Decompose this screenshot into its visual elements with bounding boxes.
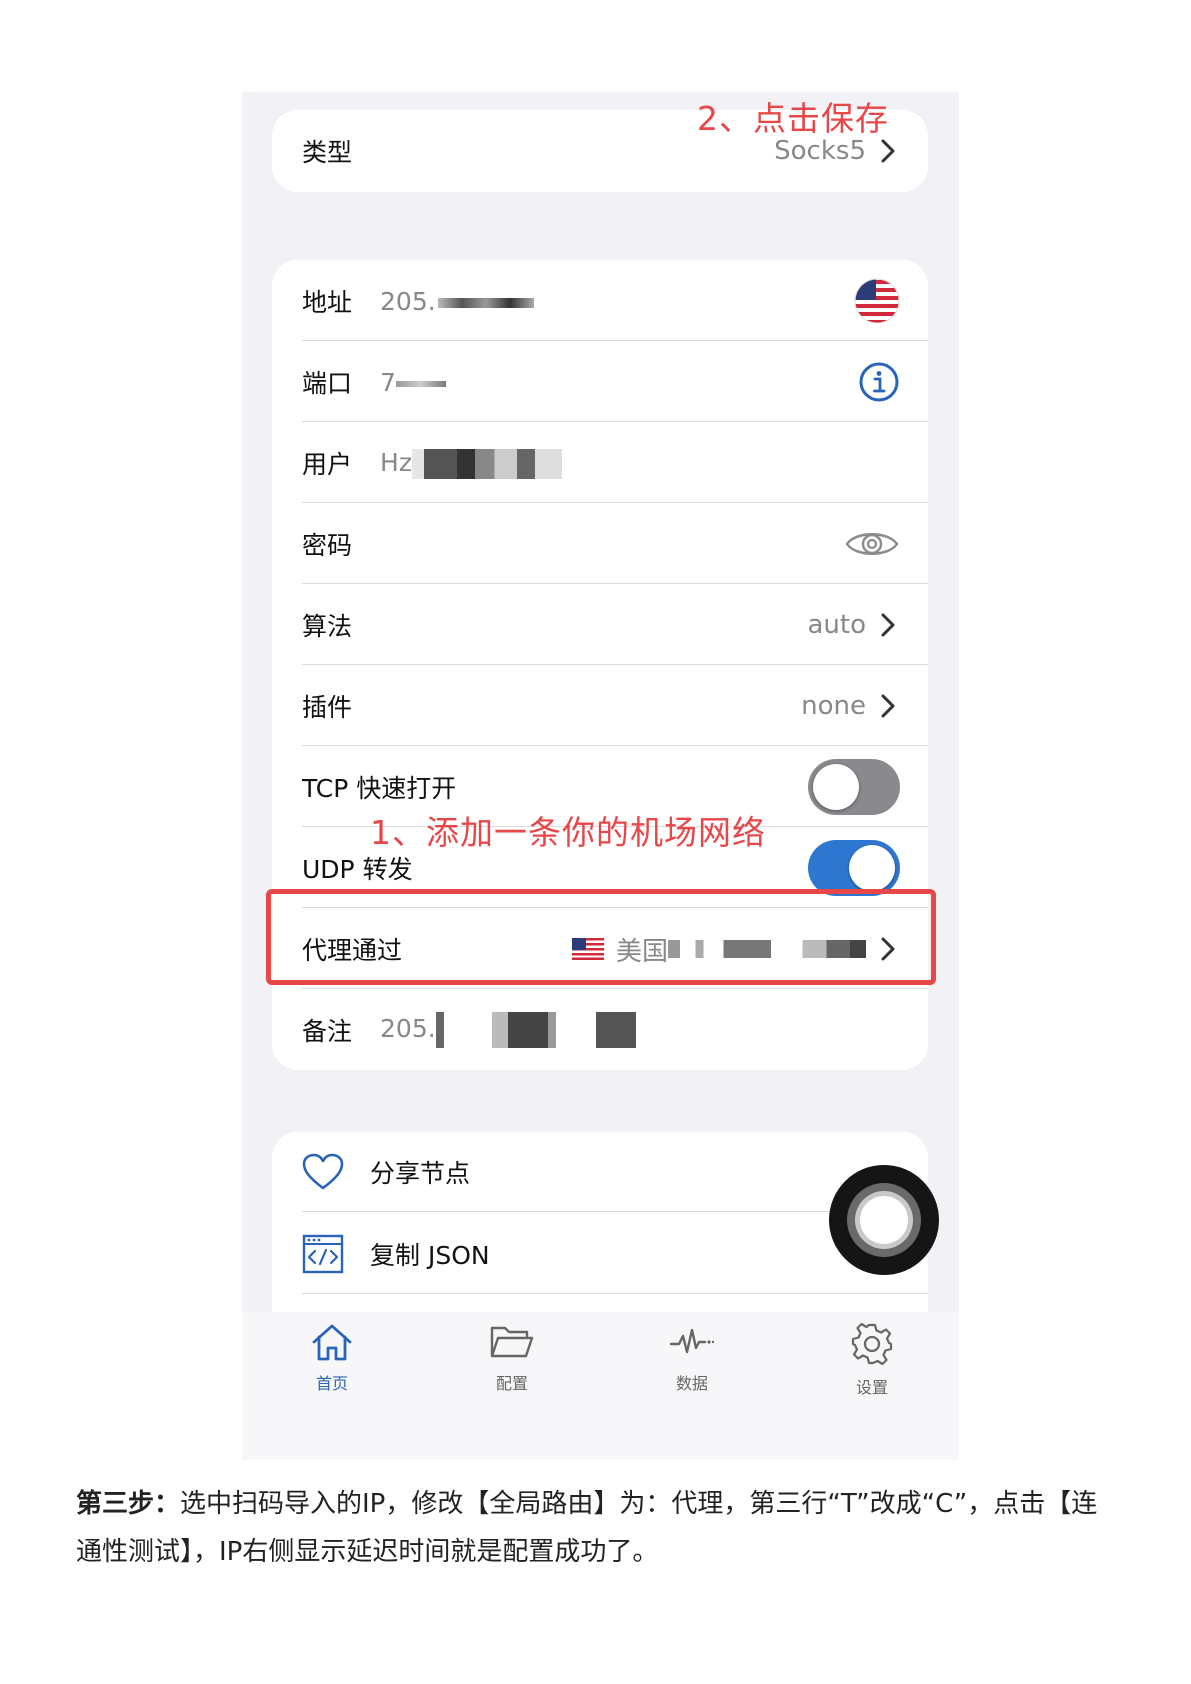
annotation-save: 2、点击保存: [697, 99, 889, 138]
udp-relay-label: UDP 转发: [302, 855, 413, 884]
toggle-knob: [849, 845, 895, 891]
tab-settings-label: 设置: [855, 1378, 888, 1397]
tab-settings[interactable]: 设置: [812, 1322, 932, 1398]
code-window-icon: [302, 1234, 344, 1274]
tcp-fast-open-toggle[interactable]: [808, 759, 900, 815]
activity-icon: [669, 1328, 715, 1354]
plugin-label: 插件: [302, 693, 353, 722]
us-flag-icon: [854, 278, 900, 324]
folder-icon: [490, 1326, 534, 1358]
chevron-right-icon: [881, 139, 895, 163]
tab-data[interactable]: 数据: [632, 1322, 752, 1394]
chevron-right-icon: [881, 694, 895, 718]
address-field[interactable]: 205.: [380, 287, 534, 316]
port-row[interactable]: 端口 7: [302, 342, 928, 422]
annotation-add-network: 1、添加一条你的机场网络: [370, 813, 766, 852]
address-value: 205.: [380, 286, 436, 316]
port-label: 端口: [302, 369, 353, 398]
algorithm-row[interactable]: 算法 auto: [302, 585, 928, 665]
chevron-right-icon: [881, 613, 895, 637]
tab-data-label: 数据: [675, 1374, 708, 1393]
assistive-touch-center: [860, 1196, 908, 1244]
assistive-touch-button[interactable]: [829, 1165, 939, 1275]
algorithm-label: 算法: [302, 612, 353, 641]
type-label: 类型: [302, 138, 353, 167]
heart-icon: [302, 1153, 344, 1190]
note-label: 备注: [302, 1017, 353, 1046]
home-icon: [312, 1324, 352, 1361]
note-field[interactable]: 205.: [380, 1012, 636, 1048]
instruction-caption: 第三步：选中扫码导入的IP，修改【全局路由】为：代理，第三行“T”改成“C”，点…: [76, 1480, 1116, 1576]
port-value: 7: [380, 367, 396, 397]
plugin-row[interactable]: 插件 none: [302, 666, 928, 746]
redacted-block: [435, 1012, 636, 1048]
caption-step-label: 第三步：: [76, 1489, 181, 1519]
copy-json-label: 复制 JSON: [370, 1241, 490, 1270]
type-value: Socks5: [774, 136, 866, 166]
tab-config[interactable]: 配置: [452, 1322, 572, 1394]
address-label: 地址: [302, 288, 353, 317]
password-row[interactable]: 密码: [302, 504, 928, 584]
tab-home[interactable]: 首页: [272, 1322, 392, 1394]
note-row[interactable]: 备注 205.: [302, 990, 928, 1070]
plugin-value: none: [801, 691, 866, 721]
user-row[interactable]: 用户 Hz: [302, 423, 928, 503]
tab-config-label: 配置: [495, 1374, 528, 1393]
algorithm-value: auto: [807, 610, 866, 640]
gear-icon: [851, 1322, 893, 1366]
user-value: Hz: [380, 447, 412, 477]
share-node-label: 分享节点: [370, 1159, 471, 1188]
redacted-block: [437, 297, 534, 308]
tcp-fast-open-label: TCP 快速打开: [302, 774, 457, 803]
tab-home-label: 首页: [315, 1374, 348, 1393]
udp-relay-toggle[interactable]: [808, 840, 900, 896]
port-field[interactable]: 7: [380, 368, 446, 397]
redacted-block: [411, 448, 562, 479]
address-row[interactable]: 地址 205.: [302, 261, 928, 341]
highlight-box: [266, 889, 936, 985]
caption-text: 选中扫码导入的IP，修改【全局路由】为：代理，第三行“T”改成“C”，点击【连通…: [76, 1489, 1098, 1567]
note-value: 205.: [380, 1014, 436, 1043]
user-field[interactable]: Hz: [380, 448, 562, 479]
info-icon[interactable]: [858, 361, 900, 403]
toggle-knob: [813, 764, 859, 810]
eye-icon[interactable]: [844, 526, 900, 562]
tab-bar: 首页 配置 数据 设置: [242, 1312, 959, 1460]
user-label: 用户: [302, 450, 353, 479]
password-label: 密码: [302, 531, 353, 560]
redacted-block: [395, 380, 446, 387]
